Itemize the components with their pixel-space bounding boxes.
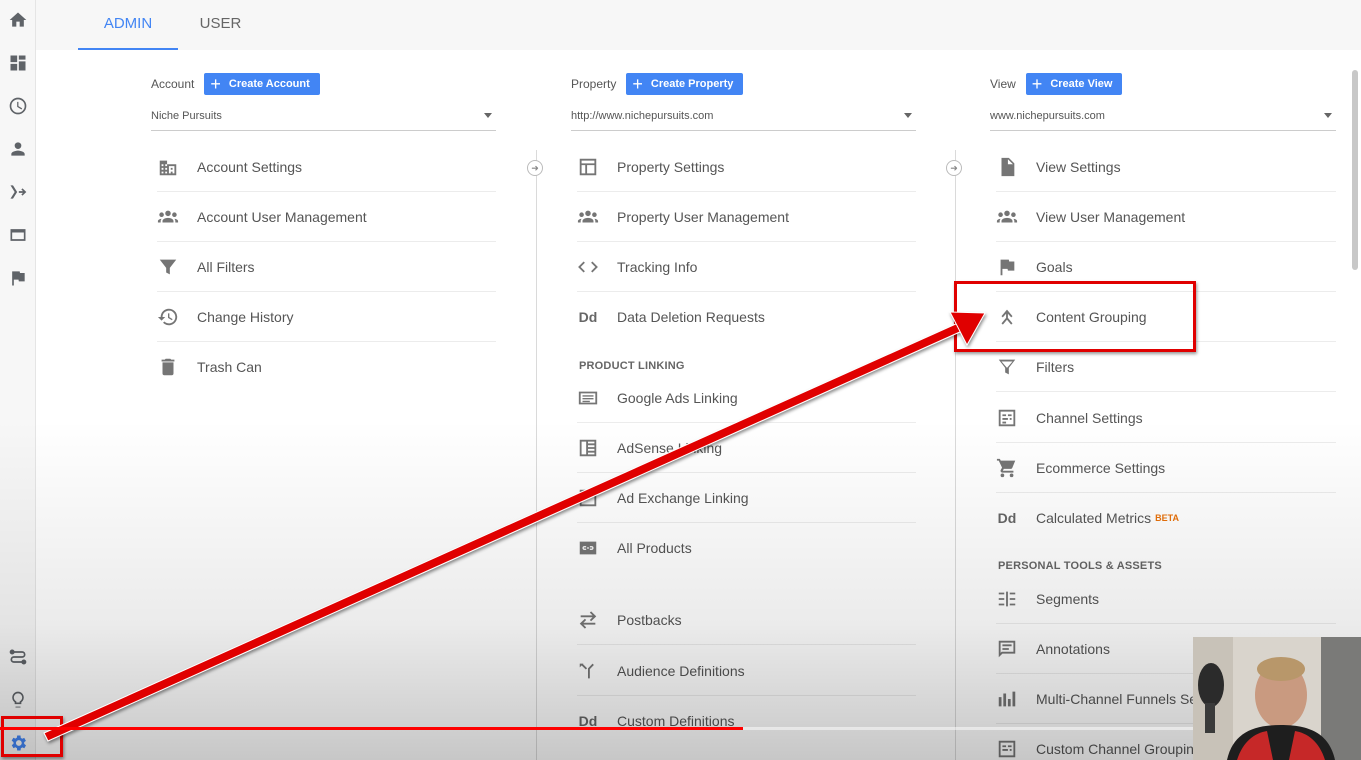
webcam-overlay: [1193, 637, 1361, 760]
annotation-arrow: [43, 311, 986, 742]
video-progress-played[interactable]: [0, 727, 743, 730]
video-progress-buffered[interactable]: [743, 727, 1193, 730]
presenter-image: [1193, 637, 1361, 760]
